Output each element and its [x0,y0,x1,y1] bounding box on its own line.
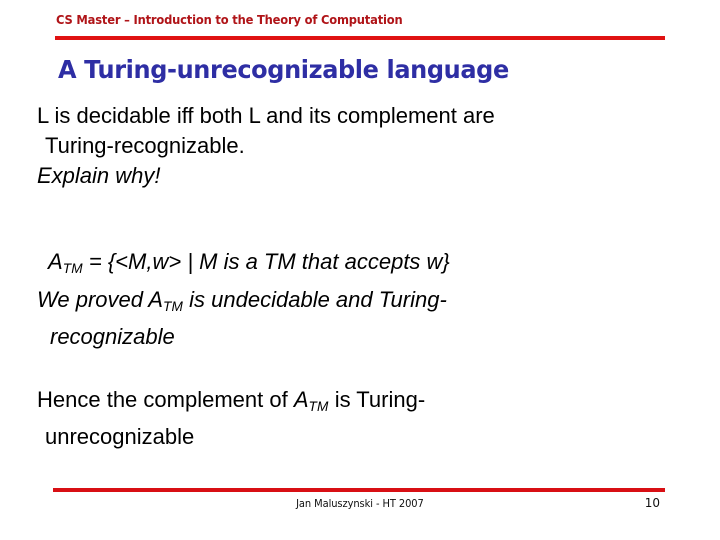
decidable-line-3: Explain why! [37,163,161,188]
hence-prefix: Hence the complement of [37,387,294,412]
footer-author-date-text: Jan Maluszynski - HT 2007 [296,497,424,510]
proved-line-1: We proved ATM is undecidable and Turing- [37,285,447,322]
paragraph-decidable: L is decidable iff both L and its comple… [37,101,495,191]
proved-prefix: We proved [37,287,149,312]
atm-definition-text: = {<M,w> | M is a TM that accepts w} [82,249,450,274]
hence-atm-subscript: TM [308,398,329,414]
decidable-line-1: L is decidable iff both L and its comple… [37,103,495,128]
paragraph-hence: Hence the complement of ATM is Turing- u… [37,385,425,452]
atm-definition-line: ATM = {<M,w> | M is a TM that accepts w} [48,247,450,284]
hence-suffix: is Turing- [328,387,426,412]
decidable-line-2: Turing-recognizable. [45,133,245,158]
hence-atm-symbol: A [293,387,309,412]
slide: CS Master – Introduction to the Theory o… [0,0,720,540]
proved-line-2: recognizable [50,323,175,349]
paragraph-proved: We proved ATM is undecidable and Turing-… [37,285,447,352]
proved-suffix: is undecidable and Turing- [183,287,447,312]
atm-subscript: TM [62,260,83,276]
hence-line-1: Hence the complement of ATM is Turing- [37,385,425,422]
paragraph-atm-definition: ATM = {<M,w> | M is a TM that accepts w} [48,247,450,284]
atm-symbol: A [48,249,63,274]
slide-body: L is decidable iff both L and its comple… [0,0,720,540]
footer-page-number: 10 [644,496,660,510]
proved-atm-symbol: A [148,287,163,312]
footer-divider-rule [53,488,665,492]
proved-atm-subscript: TM [162,298,184,314]
hence-line-2: unrecognizable [45,423,195,449]
